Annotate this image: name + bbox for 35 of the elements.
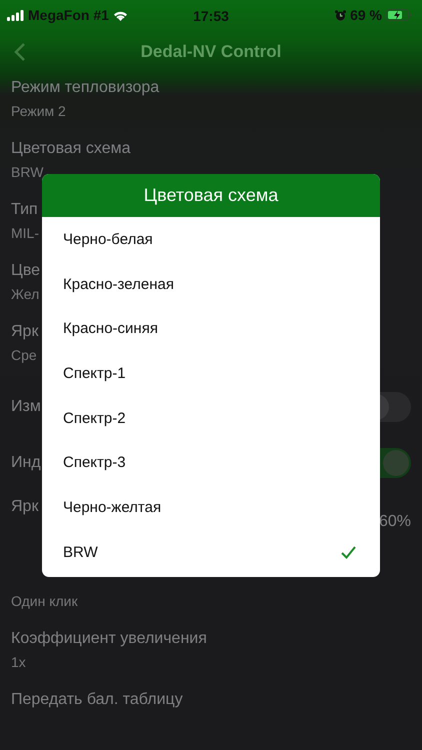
setting-value: 1x bbox=[11, 653, 26, 671]
setting-label: Цветовая схема bbox=[11, 139, 131, 159]
alarm-icon bbox=[335, 10, 346, 20]
setting-value: Сре bbox=[11, 346, 37, 364]
scheme-option[interactable]: Красно-синяя bbox=[42, 306, 380, 352]
setting-value: Один клик bbox=[11, 592, 78, 610]
setting-label: Ярк bbox=[11, 497, 38, 517]
battery-percent: 69 % bbox=[350, 7, 382, 23]
scheme-option[interactable]: Спектр-1 bbox=[42, 351, 380, 396]
scheme-option[interactable]: BRW bbox=[42, 530, 380, 574]
setting-value: Режим 2 bbox=[11, 102, 66, 120]
screen-title: Dedal-NV Control bbox=[140, 42, 282, 62]
setting-label: Коэффициент увеличения bbox=[11, 629, 207, 649]
action-link[interactable]: Передать бал. таблицу bbox=[11, 690, 183, 710]
wifi-icon bbox=[112, 10, 128, 20]
scheme-option[interactable]: Черно-белая bbox=[42, 217, 380, 262]
setting-reading: 60% bbox=[378, 513, 411, 531]
scheme-option[interactable]: Черно-желтая bbox=[42, 485, 380, 530]
setting-value: MIL- bbox=[11, 224, 39, 242]
setting-value: Жел bbox=[11, 285, 40, 303]
setting-value: BRW bbox=[11, 163, 44, 181]
scheme-option[interactable]: Спектр-3 bbox=[42, 440, 380, 486]
status-time: 17:53 bbox=[193, 8, 229, 24]
setting-label: Ярк bbox=[11, 322, 38, 342]
setting-label: Изм bbox=[11, 397, 41, 417]
setting-label: Режим тепловизора bbox=[11, 78, 160, 98]
carrier-name: MegaFon #1 bbox=[28, 7, 109, 23]
scheme-option[interactable]: Красно-зеленая bbox=[42, 262, 380, 306]
signal-icon bbox=[7, 10, 24, 20]
setting-label: Инд bbox=[11, 453, 41, 473]
battery-icon bbox=[386, 9, 412, 21]
setting-label: Цве bbox=[11, 261, 40, 281]
scheme-option[interactable]: Спектр-2 bbox=[42, 396, 380, 440]
dialog-title: Цветовая схема bbox=[42, 174, 380, 217]
setting-label: Тип bbox=[11, 200, 38, 220]
